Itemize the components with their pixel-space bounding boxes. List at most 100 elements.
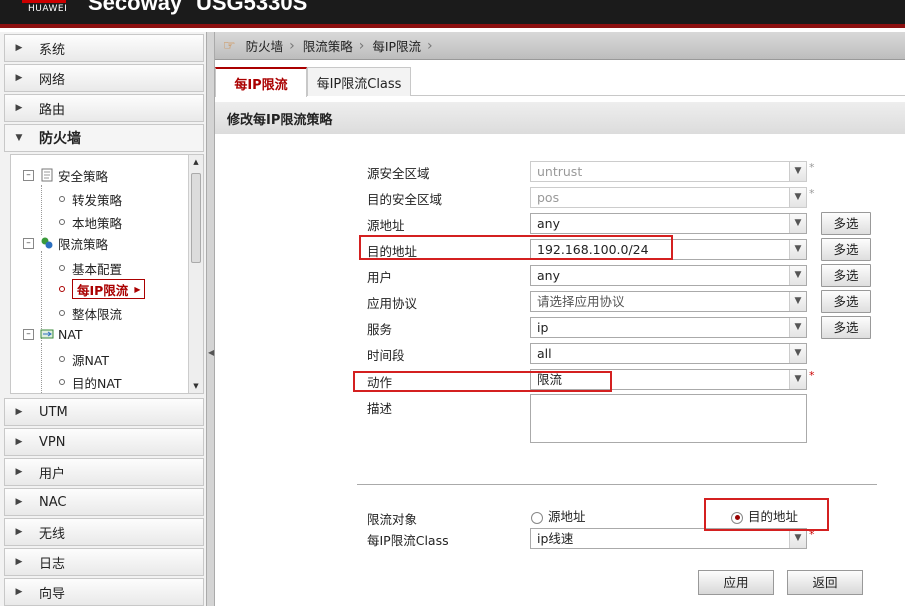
user-select[interactable]: any ▼: [530, 265, 807, 286]
scroll-up-icon[interactable]: ▲: [189, 155, 203, 169]
sidebar-item-utm[interactable]: ▶ UTM: [4, 398, 204, 426]
breadcrumb: ☞ 防火墙 › 限流策略 › 每IP限流 ›: [215, 32, 905, 60]
brand-name: Secoway: [88, 0, 183, 15]
sidebar-item-route[interactable]: ▶ 路由: [4, 94, 204, 122]
sidebar-item-label: 防火墙: [39, 131, 81, 147]
tree-item-basic-config[interactable]: 基本配置: [59, 258, 122, 278]
user-multi-button[interactable]: 多选: [821, 264, 871, 287]
tree-item-label: 整体限流: [72, 306, 123, 322]
nat-icon: [40, 327, 54, 341]
tree-item-dest-nat[interactable]: 目的NAT: [59, 372, 122, 392]
sidebar-item-label: 系统: [39, 42, 66, 58]
dest-zone-select[interactable]: pos ▼: [530, 187, 807, 208]
app-protocol-multi-button[interactable]: 多选: [821, 290, 871, 313]
breadcrumb-item[interactable]: 限流策略 ›: [303, 36, 373, 55]
apply-button[interactable]: 应用: [698, 570, 774, 595]
sidebar-item-system[interactable]: ▶ 系统: [4, 34, 204, 62]
select-value: any: [537, 216, 560, 231]
tree-item-limit-policy[interactable]: – 限流策略: [23, 233, 108, 253]
sidebar-item-nac[interactable]: ▶ NAC: [4, 488, 204, 516]
tree-item-overall-limit[interactable]: 整体限流: [59, 303, 122, 323]
scroll-down-icon[interactable]: ▼: [189, 379, 203, 393]
tab-bar: 每IP限流 每IP限流Class: [215, 64, 905, 97]
huawei-logo-bar: [22, 0, 66, 3]
tree-item-label: NAT: [58, 326, 83, 342]
triangle-right-icon: ▶: [134, 284, 141, 294]
tree-item-security-policy[interactable]: – 安全策略: [23, 165, 108, 185]
source-address-multi-button[interactable]: 多选: [821, 212, 871, 235]
document-icon: [40, 168, 54, 182]
bullet-icon: [59, 265, 65, 271]
service-multi-button[interactable]: 多选: [821, 316, 871, 339]
sidebar-item-vpn[interactable]: ▶ VPN: [4, 428, 204, 456]
tab-per-ip-limit[interactable]: 每IP限流: [215, 67, 307, 97]
tree-item-forward-policy[interactable]: 转发策略: [59, 189, 122, 209]
tree-item-label: 基本配置: [72, 261, 123, 277]
select-value: 请选择应用协议: [537, 294, 625, 309]
bullet-icon: [59, 379, 65, 385]
sidebar-item-wireless[interactable]: ▶ 无线: [4, 518, 204, 546]
per-ip-class-select[interactable]: ip线速 ▼: [530, 528, 807, 549]
chevron-right-icon: ▶: [15, 437, 23, 447]
tree-item-local-policy[interactable]: 本地策略: [59, 212, 122, 232]
sidebar-item-firewall[interactable]: ▼ 防火墙: [4, 124, 204, 152]
sidebar-item-wizard[interactable]: ▶ 向导: [4, 578, 204, 606]
tree-item-nat[interactable]: – NAT: [23, 324, 83, 344]
sidebar-item-user[interactable]: ▶ 用户: [4, 458, 204, 486]
sidebar-item-label: UTM: [39, 404, 68, 420]
select-value: any: [537, 268, 560, 283]
tree-item-source-nat[interactable]: 源NAT: [59, 349, 109, 369]
chevron-down-icon: ▼: [789, 162, 806, 181]
source-address-select[interactable]: any ▼: [530, 213, 807, 234]
chevron-right-icon: ›: [427, 37, 433, 54]
chevron-right-icon: ▶: [15, 407, 23, 417]
tree-scrollbar[interactable]: ▲ ▼: [188, 155, 203, 393]
label-service: 服务: [367, 322, 393, 337]
pointing-hand-icon: ☞: [223, 37, 236, 54]
chevron-right-icon: ▶: [15, 527, 23, 537]
sidebar-item-network[interactable]: ▶ 网络: [4, 64, 204, 92]
annotation-box-dest-address: [359, 235, 673, 260]
label-time-range: 时间段: [367, 348, 405, 363]
top-banner: HUAWEI Secoway USG5330S: [0, 0, 905, 28]
breadcrumb-item[interactable]: 防火墙 ›: [246, 36, 303, 55]
sidebar-item-label: 用户: [39, 466, 66, 482]
service-select[interactable]: ip ▼: [530, 317, 807, 338]
breadcrumb-item[interactable]: 每IP限流 ›: [372, 36, 440, 55]
dest-address-multi-button[interactable]: 多选: [821, 238, 871, 261]
collapse-icon[interactable]: –: [23, 328, 34, 340]
sidebar: ▶ 系统 ▶ 网络 ▶ 路由 ▼ 防火墙 – 安全策略 转发策略 本地策略 – …: [0, 32, 207, 606]
scroll-thumb[interactable]: [191, 173, 201, 263]
sidebar-splitter[interactable]: ◀: [207, 32, 215, 606]
sidebar-item-label: 向导: [39, 586, 66, 602]
collapse-sidebar-icon[interactable]: ◀: [208, 348, 214, 357]
annotation-box-action: [353, 371, 612, 392]
back-button[interactable]: 返回: [787, 570, 863, 595]
annotation-box-dest-radio: [704, 498, 829, 531]
collapse-icon[interactable]: –: [23, 237, 34, 249]
time-range-select[interactable]: all ▼: [530, 343, 807, 364]
tree-item-label: 每IP限流: [77, 282, 129, 298]
collapse-icon[interactable]: –: [23, 169, 34, 181]
tree-item-per-ip-limit[interactable]: 每IP限流 ▶: [59, 279, 146, 299]
label-source-zone: 源安全区域: [367, 166, 430, 181]
tab-per-ip-limit-class[interactable]: 每IP限流Class: [307, 67, 411, 96]
vendor-logo-text: HUAWEI: [28, 4, 68, 14]
bullet-icon: [59, 286, 65, 292]
chevron-right-icon: ▶: [15, 73, 23, 83]
required-mark: *: [809, 187, 815, 200]
required-mark: *: [809, 369, 815, 382]
sidebar-item-log[interactable]: ▶ 日志: [4, 548, 204, 576]
sidebar-item-label: 网络: [39, 72, 66, 88]
chevron-down-icon: ▼: [789, 292, 806, 311]
select-value: ip线速: [537, 531, 574, 546]
radio-unchecked-icon[interactable]: [531, 511, 543, 524]
radio-source-address[interactable]: 源地址: [531, 506, 586, 525]
banner-accent-line: [0, 24, 905, 28]
label-description: 描述: [367, 401, 393, 416]
description-textarea[interactable]: [530, 394, 807, 443]
app-protocol-select[interactable]: 请选择应用协议 ▼: [530, 291, 807, 312]
chevron-right-icon: ▶: [15, 587, 23, 597]
source-zone-select[interactable]: untrust ▼: [530, 161, 807, 182]
chevron-down-icon: ▼: [789, 529, 806, 548]
